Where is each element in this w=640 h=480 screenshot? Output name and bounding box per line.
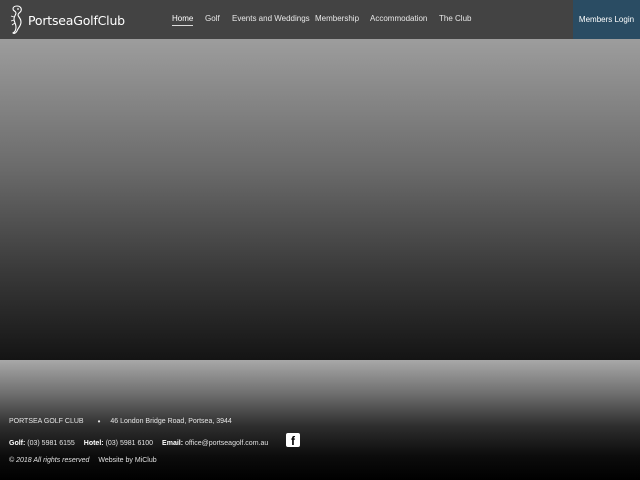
email-link[interactable]: office@portseagolf.com.au — [185, 440, 268, 447]
nav-events-and-weddings[interactable]: Events and Weddings — [232, 14, 310, 23]
nav-membership[interactable]: Membership — [315, 14, 359, 23]
footer-club-name: PORTSEA GOLF CLUB — [9, 418, 84, 425]
site-logo[interactable]: PortseaGolfClub — [10, 5, 125, 35]
footer-address: 46 London Bridge Road, Portsea, 3944 — [110, 418, 232, 425]
facebook-icon[interactable]: f — [286, 433, 300, 448]
hero-banner — [0, 39, 640, 360]
nav-the-club[interactable]: The Club — [439, 14, 471, 23]
footer-copyright-row: © 2018 All rights reserved Website by Mi… — [9, 457, 157, 464]
golf-phone[interactable]: (03) 5981 6155 — [27, 440, 74, 447]
footer-contact-row: Golf: (03) 5981 6155 Hotel: (03) 5981 61… — [9, 440, 268, 447]
nav-golf[interactable]: Golf — [205, 14, 220, 23]
hotel-phone[interactable]: (03) 5981 6100 — [106, 440, 153, 447]
nav-home[interactable]: Home — [172, 14, 194, 26]
nav-accommodation[interactable]: Accommodation — [370, 14, 427, 23]
hotel-phone-label: Hotel: — [83, 440, 104, 447]
copyright-text: © 2018 All rights reserved — [9, 457, 90, 464]
footer-address-row: PORTSEA GOLF CLUB • 46 London Bridge Roa… — [9, 417, 232, 426]
site-footer: PORTSEA GOLF CLUB • 46 London Bridge Roa… — [0, 360, 640, 480]
email-label: Email: — [162, 440, 184, 447]
golf-phone-label: Golf: — [9, 440, 26, 447]
top-navigation-bar: PortseaGolfClub Home Golf Events and Wed… — [0, 0, 640, 39]
seahorse-logo-icon — [10, 5, 22, 34]
website-by-link[interactable]: Website by MiClub — [98, 457, 156, 464]
members-login-button[interactable]: Members Login — [573, 0, 640, 39]
logo-text: PortseaGolfClub — [28, 12, 125, 28]
footer-bullet: • — [97, 417, 101, 426]
